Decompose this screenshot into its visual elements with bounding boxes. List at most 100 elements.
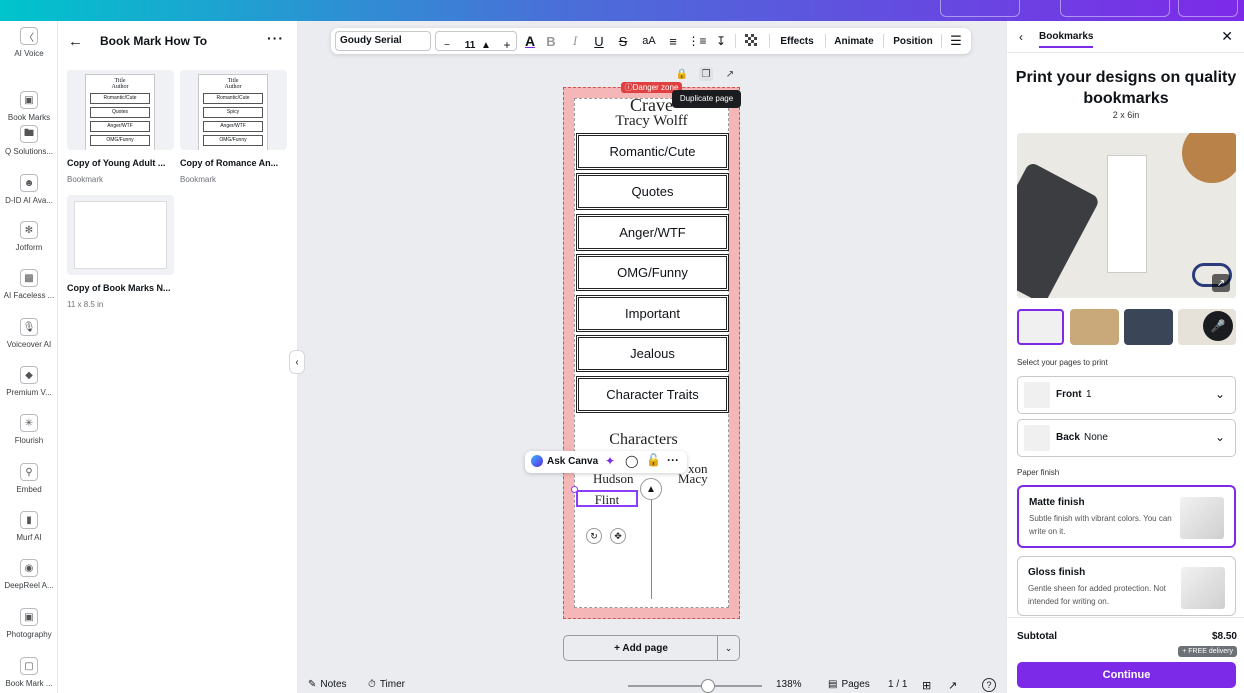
book-author[interactable]: Tracy Wolff [575, 113, 728, 130]
category-box[interactable]: OMG/Funny [576, 254, 729, 291]
paint-roller-icon[interactable]: ☰ [947, 28, 965, 54]
decrease-size-button[interactable]: − [440, 32, 454, 58]
help-icon[interactable]: ? [982, 678, 996, 692]
preview-thumb[interactable] [1017, 309, 1064, 345]
lock-icon[interactable]: 🔒 [675, 67, 689, 81]
text-toolbar: Goudy Serial − 11 ▲ + A B I U S aA ≡ ⋮≡ … [331, 28, 971, 54]
list-icon[interactable]: ⋮≡ [688, 28, 707, 54]
preview-thumb[interactable] [1070, 309, 1119, 345]
add-page-button[interactable]: + Add page [564, 636, 718, 660]
rail-item-0[interactable]: 〈 AI Voice [0, 27, 58, 58]
effects-button[interactable]: Effects [777, 28, 817, 54]
category-box[interactable]: Character Traits [576, 376, 729, 413]
move-icon[interactable]: ✥ [610, 528, 626, 544]
spacing-icon[interactable]: ↧ [713, 28, 729, 54]
design-thumbnail[interactable]: Title Author Romantic/Cute Quotes Anger/… [67, 70, 174, 150]
account-pill[interactable] [1178, 0, 1238, 17]
text-color-icon[interactable]: A [521, 28, 539, 54]
design-thumbnail[interactable] [67, 195, 174, 275]
zoom-slider[interactable] [628, 685, 762, 687]
rail-item-9[interactable]: ⚲ Embed [0, 463, 58, 494]
back-arrow-icon[interactable]: ← [68, 33, 83, 50]
matte-finish-option[interactable]: Matte finish Subtle finish with vibrant … [1017, 485, 1236, 548]
strikethrough-icon[interactable]: S [615, 28, 631, 54]
align-center-icon[interactable]: ≡ [665, 28, 681, 54]
pages-button[interactable]: ▤ Pages [828, 679, 870, 690]
rail-item-4[interactable]: ✻ Jotform [0, 221, 58, 252]
font-size-value[interactable]: 11 [462, 32, 478, 58]
folder-panel: ← Book Mark How To ··· Title Author Roma… [58, 21, 298, 693]
chevron-down-icon[interactable]: ⌄ [717, 636, 739, 660]
gloss-finish-option[interactable]: Gloss finish Gentle sheen for added prot… [1017, 556, 1236, 616]
increase-size-button[interactable]: + [500, 32, 514, 58]
zoom-slider-knob[interactable] [701, 679, 716, 693]
rail-item-8[interactable]: ✳ Flourish [0, 414, 58, 445]
rail-item-11[interactable]: ◉ DeepReel A... [0, 559, 58, 590]
timer-button[interactable]: ⏱ Timer [368, 679, 405, 690]
more-icon[interactable]: ··· [667, 453, 679, 467]
notes-icon: ✎ [308, 679, 317, 690]
category-box[interactable]: Important [576, 295, 729, 332]
back-chevron-icon[interactable]: ‹ [1019, 30, 1023, 44]
collapse-panel-button[interactable]: ‹ [289, 350, 305, 374]
category-box[interactable]: Anger/WTF [576, 214, 729, 251]
rail-item-7[interactable]: ◆ Premium V... [0, 366, 58, 397]
fullscreen-icon[interactable]: ↗ [948, 679, 957, 692]
category-box[interactable]: Romantic/Cute [576, 133, 729, 170]
microphone-icon[interactable]: 🎤 [1203, 311, 1233, 341]
rail-item-12[interactable]: ▣ Photography [0, 608, 58, 639]
ask-canva-button[interactable]: Ask Canva [531, 455, 598, 467]
front-page-select[interactable]: Front 1 ⌄ [1017, 376, 1236, 414]
selected-text-box[interactable]: Flint [576, 490, 638, 507]
preview-thumb[interactable] [1124, 309, 1173, 345]
underline-icon[interactable]: U [591, 28, 607, 54]
design-caption[interactable]: Copy of Book Marks N... [67, 283, 171, 293]
letter-case-button[interactable]: aA [639, 28, 659, 54]
rail-item-1[interactable]: ▣ Book Marks [0, 91, 58, 122]
resize-handle[interactable] [571, 486, 578, 493]
rail-item-2[interactable]: 🖿 Q Solutions... [0, 125, 58, 156]
duplicate-page-icon[interactable]: ❐ [699, 67, 713, 81]
rail-item-10[interactable]: ▮ Murf AI [0, 511, 58, 542]
lock-element-icon[interactable]: 🔓 [646, 453, 661, 467]
more-options-icon[interactable]: ··· [267, 30, 284, 46]
warning-icon[interactable]: ▲ [640, 478, 662, 500]
design-caption[interactable]: Copy of Young Adult ... [67, 158, 165, 168]
animate-button[interactable]: Animate [833, 28, 875, 54]
zoom-value[interactable]: 138% [776, 679, 802, 690]
notes-button[interactable]: ✎ Notes [308, 679, 347, 690]
transparency-icon[interactable] [743, 28, 761, 54]
add-page-icon[interactable]: ↗ [723, 67, 737, 81]
bold-icon[interactable]: B [543, 28, 559, 54]
design-caption[interactable]: Copy of Romance An... [180, 158, 278, 168]
category-box[interactable]: Jealous [576, 335, 729, 372]
character-name[interactable]: Macy [678, 471, 708, 487]
italic-icon[interactable]: I [567, 28, 583, 54]
comment-icon[interactable]: ◯ [625, 454, 638, 468]
grid-view-icon[interactable]: ⊞ [922, 679, 931, 692]
continue-button[interactable]: Continue [1017, 662, 1236, 688]
collaborator-pill[interactable] [940, 0, 1020, 17]
finish-swatch [1180, 497, 1224, 539]
magic-wand-icon[interactable]: ✦ [605, 454, 615, 468]
bookmarks-tab[interactable]: Bookmarks [1039, 31, 1094, 48]
character-name[interactable]: Hudson [593, 471, 633, 487]
rail-item-6[interactable]: 🎙 Voiceover AI [0, 318, 58, 349]
share-pill[interactable] [1060, 0, 1170, 17]
avatar-icon: ☻ [20, 174, 38, 192]
position-button[interactable]: Position [891, 28, 935, 54]
design-thumbnail[interactable]: Title Author Romantic/Cute Spicy Anger/W… [180, 70, 287, 150]
close-icon[interactable]: ✕ [1221, 28, 1233, 45]
design-type: Bookmark [67, 175, 104, 184]
rail-item-3[interactable]: ☻ D-ID AI Ava... [0, 174, 58, 205]
font-family-select[interactable]: Goudy Serial [335, 31, 431, 51]
rail-item-13[interactable]: ▢ Book Mark ... [0, 657, 58, 688]
rail-item-5[interactable]: ▩ AI Faceless ... [0, 269, 58, 300]
rotate-icon[interactable]: ↻ [586, 528, 602, 544]
rail-item-label: Premium V... [6, 388, 52, 397]
page-count: 1 / 1 [888, 679, 908, 690]
back-page-select[interactable]: Back None ⌄ [1017, 419, 1236, 457]
expand-icon[interactable]: ↗ [1212, 274, 1230, 292]
characters-heading[interactable]: Characters [567, 431, 720, 449]
category-box[interactable]: Quotes [576, 173, 729, 210]
